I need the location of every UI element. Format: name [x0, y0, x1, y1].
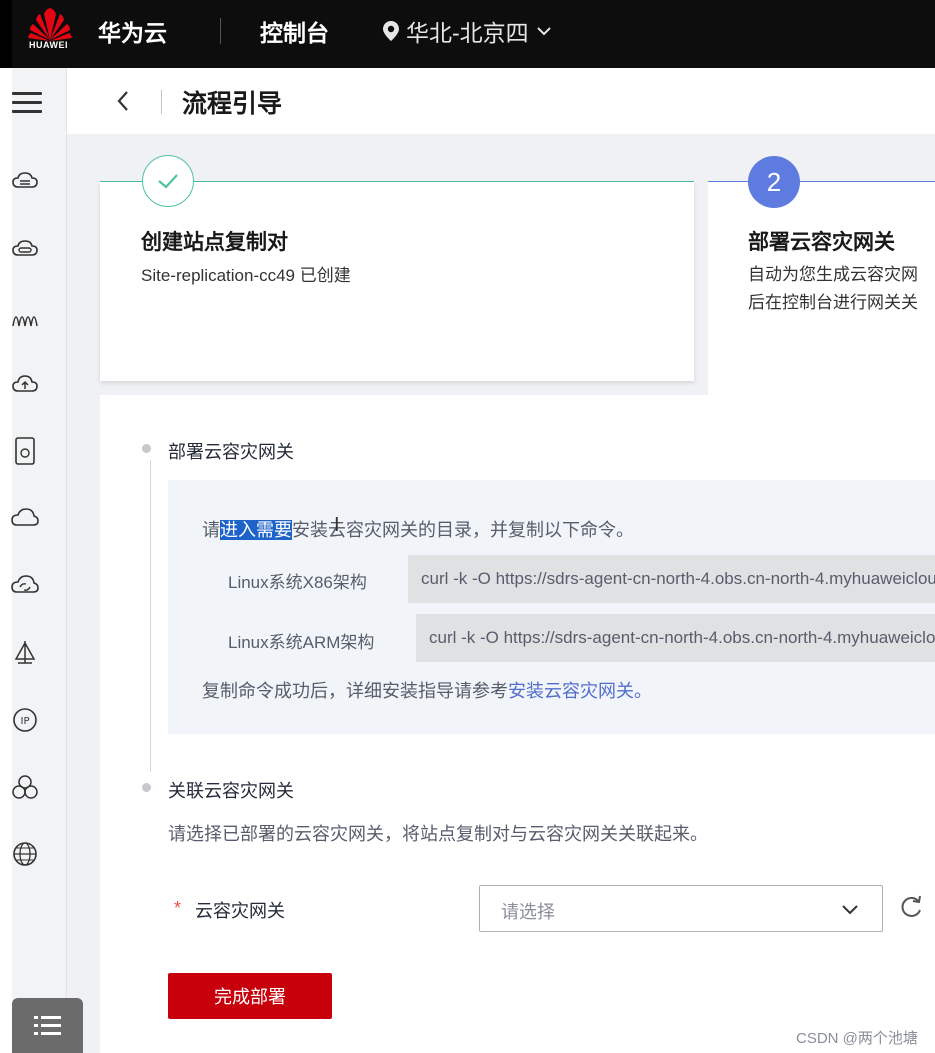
svg-text:IP: IP [21, 716, 30, 727]
logo-text: HUAWEI [29, 40, 68, 50]
device-icon[interactable] [10, 436, 40, 466]
step2-desc-line1: 自动为您生成云容灾网 [748, 265, 918, 284]
cloud-server-icon[interactable] [10, 166, 40, 196]
disk-icon[interactable] [10, 234, 40, 264]
brand-name[interactable]: 华为云 [98, 14, 167, 48]
topbar-divider [220, 18, 221, 44]
left-sidebar: IP [0, 68, 67, 1053]
chevron-down-icon [533, 20, 555, 42]
gateway-field-label: 云容灾网关 [195, 901, 285, 921]
step2-number: 2 [748, 156, 800, 208]
top-nav-bar: HUAWEI 华为云 控制台 华北-北京四 [0, 0, 935, 68]
region-selector[interactable]: 华北-北京四 [380, 14, 555, 48]
cmd-arm-label: Linux系统ARM架构 [228, 633, 375, 652]
text-cursor-icon: I [334, 514, 340, 536]
location-pin-icon [380, 19, 402, 43]
timeline-dot-associate [142, 783, 151, 792]
watermark: CSDN @两个池塘 [796, 1030, 918, 1047]
step1-title: 创建站点复制对 [141, 231, 288, 254]
gateway-select-placeholder: 请选择 [501, 902, 555, 922]
sidebar-edge [0, 68, 12, 1053]
finish-deploy-button[interactable]: 完成部署 [168, 973, 332, 1019]
associate-section-title: 关联云容灾网关 [168, 781, 294, 801]
cmd-arm-box[interactable]: curl -k -O https://sdrs-agent-cn-north-4… [416, 614, 935, 662]
copy-hint-text: 复制命令成功后，详细安装指导请参考 [202, 681, 508, 701]
step2-progress-line [708, 181, 935, 182]
timeline-dot-deploy [142, 444, 151, 453]
chevron-down-icon [840, 901, 860, 924]
install-instruction: 请进入需要安装云容灾网关的目录，并复制以下命令。 [202, 516, 634, 542]
page-title: 流程引导 [182, 90, 283, 118]
ip-icon[interactable]: IP [10, 705, 40, 735]
cmd-x86-box[interactable]: curl -k -O https://sdrs-agent-cn-north-4… [408, 555, 935, 603]
refresh-icon[interactable] [897, 893, 925, 921]
instr-selected-text: 进入需要 [220, 520, 292, 540]
step-done-check-icon [142, 155, 194, 207]
globe-icon[interactable] [10, 839, 40, 869]
back-arrow-icon[interactable] [112, 86, 134, 116]
region-label: 华北-北京四 [406, 20, 529, 46]
header-separator [161, 90, 162, 114]
cloud-upload-icon[interactable] [10, 369, 40, 399]
huawei-logo-icon[interactable] [24, 6, 76, 58]
step2-desc: 自动为您生成云容灾网 后在控制台进行网关关 [748, 261, 918, 317]
install-guide-link[interactable]: 安装云容灾网关。 [508, 681, 652, 701]
menu-icon[interactable] [12, 86, 42, 122]
sail-icon[interactable] [10, 638, 40, 668]
required-marker: * [174, 898, 182, 918]
gateway-select[interactable]: 请选择 [479, 885, 883, 932]
step2-title: 部署云容灾网关 [748, 231, 895, 254]
step1-desc: Site-replication-cc49 已创建 [141, 266, 351, 285]
step2-desc-line2: 后在控制台进行网关关 [748, 293, 918, 312]
associate-desc: 请选择已部署的云容灾网关，将站点复制对与云容灾网关关联起来。 [168, 824, 708, 844]
network-wave-icon[interactable] [10, 303, 40, 333]
console-link[interactable]: 控制台 [260, 14, 329, 48]
cloud-icon[interactable] [10, 503, 40, 533]
deploy-section-title: 部署云容灾网关 [168, 442, 294, 462]
cmd-x86-label: Linux系统X86架构 [228, 573, 367, 592]
instr-pre: 请 [202, 520, 220, 540]
timeline-line [150, 460, 151, 772]
instr-post: 安装云容灾网关的目录，并复制以下命令。 [292, 520, 634, 540]
cloud-sync-icon[interactable] [10, 570, 40, 600]
left-edge-strip [0, 0, 12, 68]
copy-hint: 复制命令成功后，详细安装指导请参考安装云容灾网关。 [202, 677, 652, 703]
list-menu-icon[interactable] [12, 998, 83, 1053]
cluster-icon[interactable] [10, 772, 40, 802]
